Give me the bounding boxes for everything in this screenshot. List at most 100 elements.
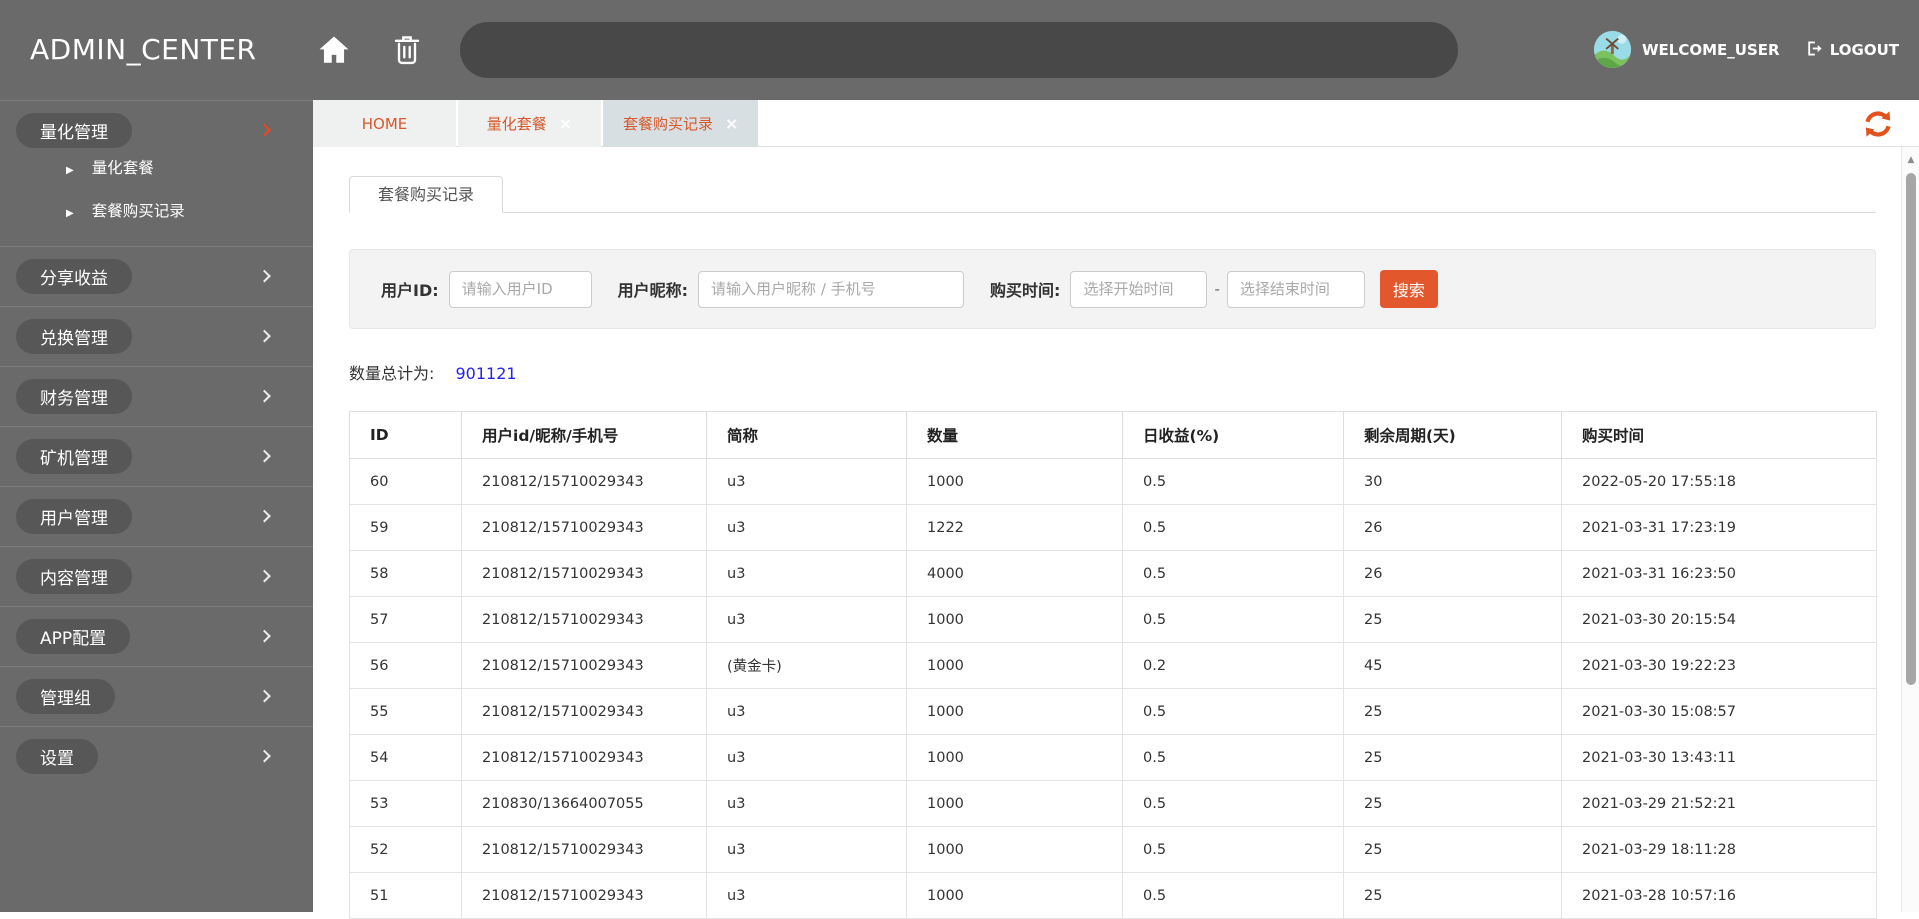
table-cell: 2022-05-20 17:55:18 xyxy=(1561,458,1877,505)
logout-button[interactable]: LOGOUT xyxy=(1806,0,1899,100)
column-header: 日收益(%) xyxy=(1122,411,1344,459)
logout-label: LOGOUT xyxy=(1829,41,1899,59)
tab[interactable]: HOME xyxy=(313,100,456,147)
chevron-right-icon xyxy=(258,329,271,342)
table-cell: 45 xyxy=(1343,642,1562,689)
chevron-right-icon xyxy=(258,389,271,402)
table-row: 54 210812/15710029343 u3 1000 0.5 25 2021-03-3… xyxy=(349,734,1877,781)
table-cell: 4000 xyxy=(906,550,1123,597)
sidebar-subitem[interactable]: ▶ 套餐购买记录 xyxy=(0,190,313,233)
close-icon[interactable]: × xyxy=(725,115,738,132)
sidebar-item[interactable]: 管理组 xyxy=(0,679,313,714)
sidebar-group: 量化管理 ▶ 量化套餐 ▶ 套餐购买记录 xyxy=(0,100,313,246)
start-time-input[interactable] xyxy=(1070,270,1208,308)
sidebar-menu: 量化管理 ▶ 量化套餐 ▶ 套餐购买记录 分享收益 兑换管理 财务管理 矿机管理 用户管理 内容管理… xyxy=(0,100,313,786)
table-cell: 25 xyxy=(1343,780,1562,827)
sidebar-item[interactable]: 分享收益 xyxy=(0,259,313,294)
sidebar-item[interactable]: 用户管理 xyxy=(0,499,313,534)
sidebar-group: APP配置 xyxy=(0,606,313,666)
search-button[interactable]: 搜索 xyxy=(1379,270,1438,308)
total-count-label: 数量总计为: xyxy=(349,364,435,383)
logout-icon xyxy=(1806,40,1823,61)
table-cell: u3 xyxy=(706,780,907,827)
end-time-input[interactable] xyxy=(1226,270,1365,308)
inner-tab-purchase-records[interactable]: 套餐购买记录 xyxy=(349,176,504,213)
total-count-value: 901121 xyxy=(455,364,517,383)
nickname-label: 用户昵称: xyxy=(617,281,689,300)
table-cell: (黄金卡) xyxy=(706,642,907,689)
sidebar-item[interactable]: 内容管理 xyxy=(0,559,313,594)
table-cell: 1000 xyxy=(906,780,1123,827)
table-cell: 0.5 xyxy=(1122,550,1344,597)
scrollbar-up-arrow[interactable]: ▲ xyxy=(1902,155,1919,165)
table-cell: 0.5 xyxy=(1122,780,1344,827)
table-cell: 1000 xyxy=(906,688,1123,735)
home-icon[interactable] xyxy=(317,33,351,67)
sidebar-group: 用户管理 xyxy=(0,486,313,546)
user-id-input[interactable] xyxy=(448,270,592,308)
chevron-right-icon xyxy=(258,749,271,762)
table-cell: 1000 xyxy=(906,734,1123,781)
table-row: 59 210812/15710029343 u3 1222 0.5 26 2021-03-3… xyxy=(349,504,1877,551)
sidebar-item[interactable]: 兑换管理 xyxy=(0,319,313,354)
global-search-input[interactable] xyxy=(460,22,1458,78)
sidebar-item[interactable]: 财务管理 xyxy=(0,379,313,414)
sidebar-item[interactable]: 量化管理 xyxy=(0,113,313,148)
sidebar-item-label: 矿机管理 xyxy=(16,439,132,474)
tab[interactable]: 套餐购买记录 × xyxy=(603,100,759,147)
table-cell: 210812/15710029343 xyxy=(461,734,707,781)
table-cell: 60 xyxy=(349,458,462,505)
table-row: 55 210812/15710029343 u3 1000 0.5 25 2021-03-3… xyxy=(349,688,1877,735)
table-cell: 2021-03-29 21:52:21 xyxy=(1561,780,1877,827)
avatar[interactable] xyxy=(1594,31,1631,68)
table-cell: 0.5 xyxy=(1122,504,1344,551)
sidebar-group: 管理组 xyxy=(0,666,313,726)
table-cell: 26 xyxy=(1343,504,1562,551)
sidebar-item[interactable]: APP配置 xyxy=(0,619,313,654)
chevron-right-icon xyxy=(258,449,271,462)
table-cell: 1222 xyxy=(906,504,1123,551)
table-cell: u3 xyxy=(706,734,907,781)
table-row: 52 210812/15710029343 u3 1000 0.5 25 2021-03-2… xyxy=(349,826,1877,873)
table-cell: 25 xyxy=(1343,688,1562,735)
table-cell: 0.2 xyxy=(1122,642,1344,689)
table-cell: 210830/13664007055 xyxy=(461,780,707,827)
trash-icon[interactable] xyxy=(392,34,422,66)
refresh-icon[interactable] xyxy=(1863,109,1893,139)
table-cell: 210812/15710029343 xyxy=(461,826,707,873)
purchase-time-label: 购买时间: xyxy=(990,281,1061,300)
table-cell: 52 xyxy=(349,826,462,873)
sidebar-item[interactable]: 设置 xyxy=(0,739,313,774)
content: 套餐购买记录 用户ID: 用户昵称: 购买时间: - 搜索 数量总计为: 901… xyxy=(349,176,1877,919)
sidebar-item-label: APP配置 xyxy=(16,619,131,654)
chevron-right-icon xyxy=(258,123,271,136)
welcome-user-label: WELCOME_USER xyxy=(1642,41,1780,59)
filter-panel: 用户ID: 用户昵称: 购买时间: - 搜索 xyxy=(349,249,1876,329)
sidebar-item-label: 量化管理 xyxy=(16,113,132,148)
table-cell: 210812/15710029343 xyxy=(461,596,707,643)
chevron-right-icon xyxy=(258,269,271,282)
nickname-input[interactable] xyxy=(698,270,965,308)
app-title: ADMIN_CENTER xyxy=(30,33,257,66)
close-icon[interactable]: × xyxy=(559,115,572,132)
table-cell: 56 xyxy=(349,642,462,689)
table-cell: 2021-03-31 17:23:19 xyxy=(1561,504,1877,551)
table-cell: 25 xyxy=(1343,734,1562,781)
caret-right-icon: ▶ xyxy=(66,165,74,176)
table-cell: 54 xyxy=(349,734,462,781)
table-cell: 57 xyxy=(349,596,462,643)
table-cell: 55 xyxy=(349,688,462,735)
sidebar-subitem-label: 套餐购买记录 xyxy=(91,202,185,220)
sidebar-item-label: 财务管理 xyxy=(16,379,132,414)
chevron-right-icon xyxy=(258,569,271,582)
sidebar-item[interactable]: 矿机管理 xyxy=(0,439,313,474)
total-count-row: 数量总计为: 901121 xyxy=(349,360,1876,384)
tab[interactable]: 量化套餐 × xyxy=(458,100,601,147)
table-cell: 1000 xyxy=(906,642,1123,689)
table-cell: 0.5 xyxy=(1122,458,1344,505)
tab-label: 套餐购买记录 xyxy=(623,115,714,133)
sidebar-subitem[interactable]: ▶ 量化套餐 xyxy=(0,147,313,190)
table-cell: 210812/15710029343 xyxy=(461,642,707,689)
records-table: ID 用户id/昵称/手机号 简称 数量 日收益(%) 剩余周期(天) 购买时间 60 2108… xyxy=(349,411,1877,919)
scrollbar-thumb[interactable] xyxy=(1906,173,1916,685)
